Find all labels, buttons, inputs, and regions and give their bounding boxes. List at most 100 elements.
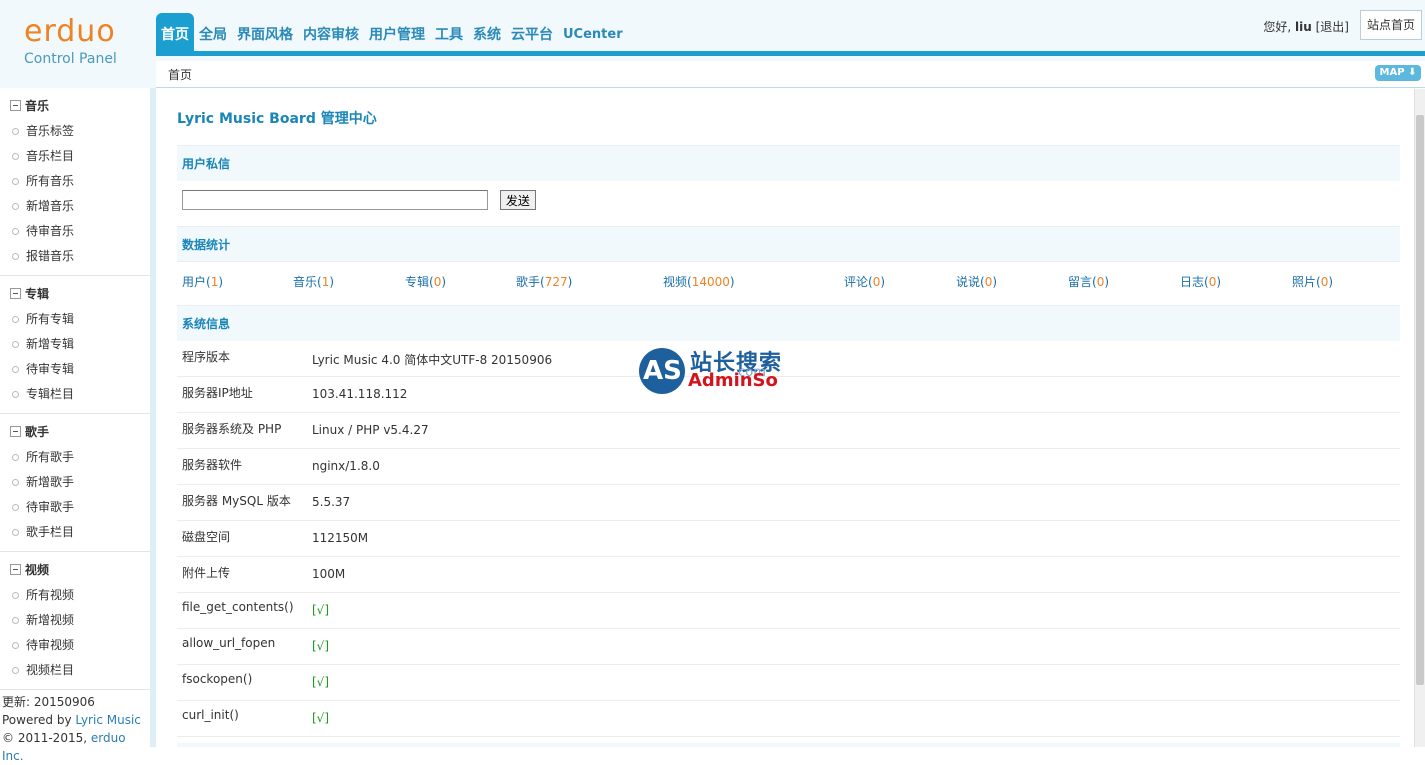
sidebar-group-3: 视频 所有视频 新增视频待审视频视频栏目	[0, 552, 150, 690]
nav-tab-3[interactable]: 内容审核	[298, 13, 364, 51]
main-content: Lyric Music Board 管理中心 用户私信 发送 数据统计 用户(1…	[162, 89, 1414, 747]
update-date: 更新: 20150906	[2, 695, 95, 709]
stat-item[interactable]: 留言(0)	[1068, 273, 1109, 290]
bottom-strip	[177, 743, 1400, 747]
stat-item[interactable]: 照片(0)	[1292, 273, 1333, 290]
bullet-icon	[12, 667, 19, 674]
stat-label: 专辑	[405, 275, 430, 289]
sidebar-item[interactable]: 待审视频	[0, 633, 150, 658]
stat-item[interactable]: 歌手(727)	[516, 273, 572, 290]
table-row: 程序版本 Lyric Music 4.0 简体中文UTF-8 20150906	[177, 341, 1400, 377]
top-nav: 首页 全局 界面风格 内容审核 用户管理 工具 系统 云平台 UCenter	[156, 0, 1425, 56]
site-home-button[interactable]: 站点首页	[1360, 10, 1422, 40]
sidebar-item[interactable]: 新增歌手	[0, 470, 150, 495]
info-label: allow_url_fopen	[182, 636, 276, 650]
sidebar-item[interactable]: 所有歌手	[0, 445, 150, 470]
nav-tab-1[interactable]: 全局	[194, 13, 232, 51]
section-pm-header: 用户私信	[177, 145, 1400, 181]
table-row: file_get_contents() [√]	[177, 593, 1400, 629]
sidebar-item-label: 视频栏目	[26, 663, 75, 677]
stat-item[interactable]: 日志(0)	[1180, 273, 1221, 290]
pm-form: 发送	[182, 190, 536, 210]
stat-item[interactable]: 用户(1)	[182, 273, 223, 290]
sidebar-footer: 更新: 20150906 Powered by Lyric Music © 20…	[2, 693, 150, 765]
lyric-music-link[interactable]: Lyric Music	[75, 713, 141, 727]
stat-label: 音乐	[293, 275, 318, 289]
vertical-scrollbar[interactable]	[1414, 89, 1425, 747]
sidebar-item[interactable]: 待审音乐	[0, 219, 150, 244]
collapse-icon[interactable]	[10, 564, 21, 575]
send-button[interactable]: 发送	[499, 190, 536, 210]
stat-item[interactable]: 视频(14000)	[663, 273, 735, 290]
collapse-icon[interactable]	[10, 426, 21, 437]
sidebar-item[interactable]: 视频栏目	[0, 658, 150, 683]
collapse-icon[interactable]	[10, 288, 21, 299]
nav-tab-2[interactable]: 界面风格	[232, 13, 298, 51]
sidebar-group-title[interactable]: 歌手	[0, 420, 150, 445]
bullet-icon	[12, 617, 19, 624]
sidebar-item[interactable]: 音乐标签	[0, 119, 150, 144]
nav-tab-8[interactable]: UCenter	[558, 13, 628, 51]
sidebar-item-label: 新增歌手	[26, 475, 75, 489]
bullet-icon	[12, 128, 19, 135]
stat-item[interactable]: 说说(0)	[956, 273, 997, 290]
stat-label: 视频	[663, 275, 688, 289]
sidebar-group-title[interactable]: 专辑	[0, 282, 150, 307]
info-label: 附件上传	[182, 566, 231, 580]
sidebar-group-2: 歌手所有歌手新增歌手待审歌手歌手栏目	[0, 414, 150, 552]
sidebar: 音乐 音乐标签 音乐栏目所有音乐新增音乐待审音乐报错音乐专辑所有专辑新增专辑待审专辑…	[0, 88, 156, 763]
nav-tab-7[interactable]: 云平台	[506, 13, 558, 51]
sidebar-item[interactable]: 所有音乐	[0, 169, 150, 194]
sidebar-item[interactable]: 新增视频	[0, 608, 150, 633]
info-label: 服务器软件	[182, 458, 243, 472]
sidebar-group-title[interactable]: 视频	[0, 558, 150, 583]
scroll-thumb[interactable]	[1416, 115, 1424, 685]
sidebar-item[interactable]: 待审专辑	[0, 357, 150, 382]
pm-input[interactable]	[182, 190, 488, 210]
sidebar-item-label: 待审歌手	[26, 500, 75, 514]
sidebar-item-label: 所有音乐	[26, 174, 75, 188]
map-button[interactable]: MAP ⬇	[1375, 65, 1421, 81]
stat-item[interactable]: 音乐(1)	[293, 273, 334, 290]
logo[interactable]: erduo Control Panel	[0, 0, 150, 88]
sidebar-item[interactable]: 新增音乐	[0, 194, 150, 219]
username: liu	[1295, 20, 1312, 34]
nav-tab-5[interactable]: 工具	[430, 13, 468, 51]
sidebar-item-label: 所有专辑	[26, 312, 75, 326]
sidebar-group-label: 歌手	[25, 425, 50, 439]
stat-item[interactable]: 专辑(0)	[405, 273, 446, 290]
bullet-icon	[12, 153, 19, 160]
info-value: 100M	[312, 567, 346, 581]
nav-tab-4[interactable]: 用户管理	[364, 13, 430, 51]
sidebar-item-label: 待审音乐	[26, 224, 75, 238]
sidebar-group-label: 专辑	[25, 287, 50, 301]
sidebar-item[interactable]: 所有专辑	[0, 307, 150, 332]
watermark-circle: AS	[639, 348, 685, 394]
nav-tab-6[interactable]: 系统	[468, 13, 506, 51]
sidebar-item[interactable]: 待审歌手	[0, 495, 150, 520]
sidebar-item[interactable]: 音乐栏目	[0, 144, 150, 169]
stat-count: 14000	[691, 275, 730, 289]
stat-label: 歌手	[516, 275, 541, 289]
bullet-icon	[12, 341, 19, 348]
sidebar-group-title[interactable]: 音乐	[0, 94, 150, 119]
stat-item[interactable]: 评论(0)	[844, 273, 885, 290]
sidebar-item[interactable]: 所有视频	[0, 583, 150, 608]
sidebar-item[interactable]: 报错音乐	[0, 244, 150, 269]
info-value: 112150M	[312, 531, 369, 545]
bullet-icon	[12, 504, 19, 511]
bullet-icon	[12, 454, 19, 461]
sidebar-groups: 音乐 音乐标签 音乐栏目所有音乐新增音乐待审音乐报错音乐专辑所有专辑新增专辑待审专辑…	[0, 88, 150, 690]
sidebar-item[interactable]: 新增专辑	[0, 332, 150, 357]
sidebar-item-label: 待审视频	[26, 638, 75, 652]
sidebar-item-label: 待审专辑	[26, 362, 75, 376]
collapse-icon[interactable]	[10, 100, 21, 111]
nav-tab-0[interactable]: 首页	[156, 13, 194, 51]
sidebar-item[interactable]: 歌手栏目	[0, 520, 150, 545]
info-label: 磁盘空间	[182, 530, 231, 544]
logout-link[interactable]: [退出]	[1316, 20, 1349, 34]
map-label: MAP	[1379, 67, 1405, 78]
stat-label: 说说	[956, 275, 981, 289]
breadcrumb[interactable]: 首页	[168, 66, 192, 83]
sidebar-item[interactable]: 专辑栏目	[0, 382, 150, 407]
